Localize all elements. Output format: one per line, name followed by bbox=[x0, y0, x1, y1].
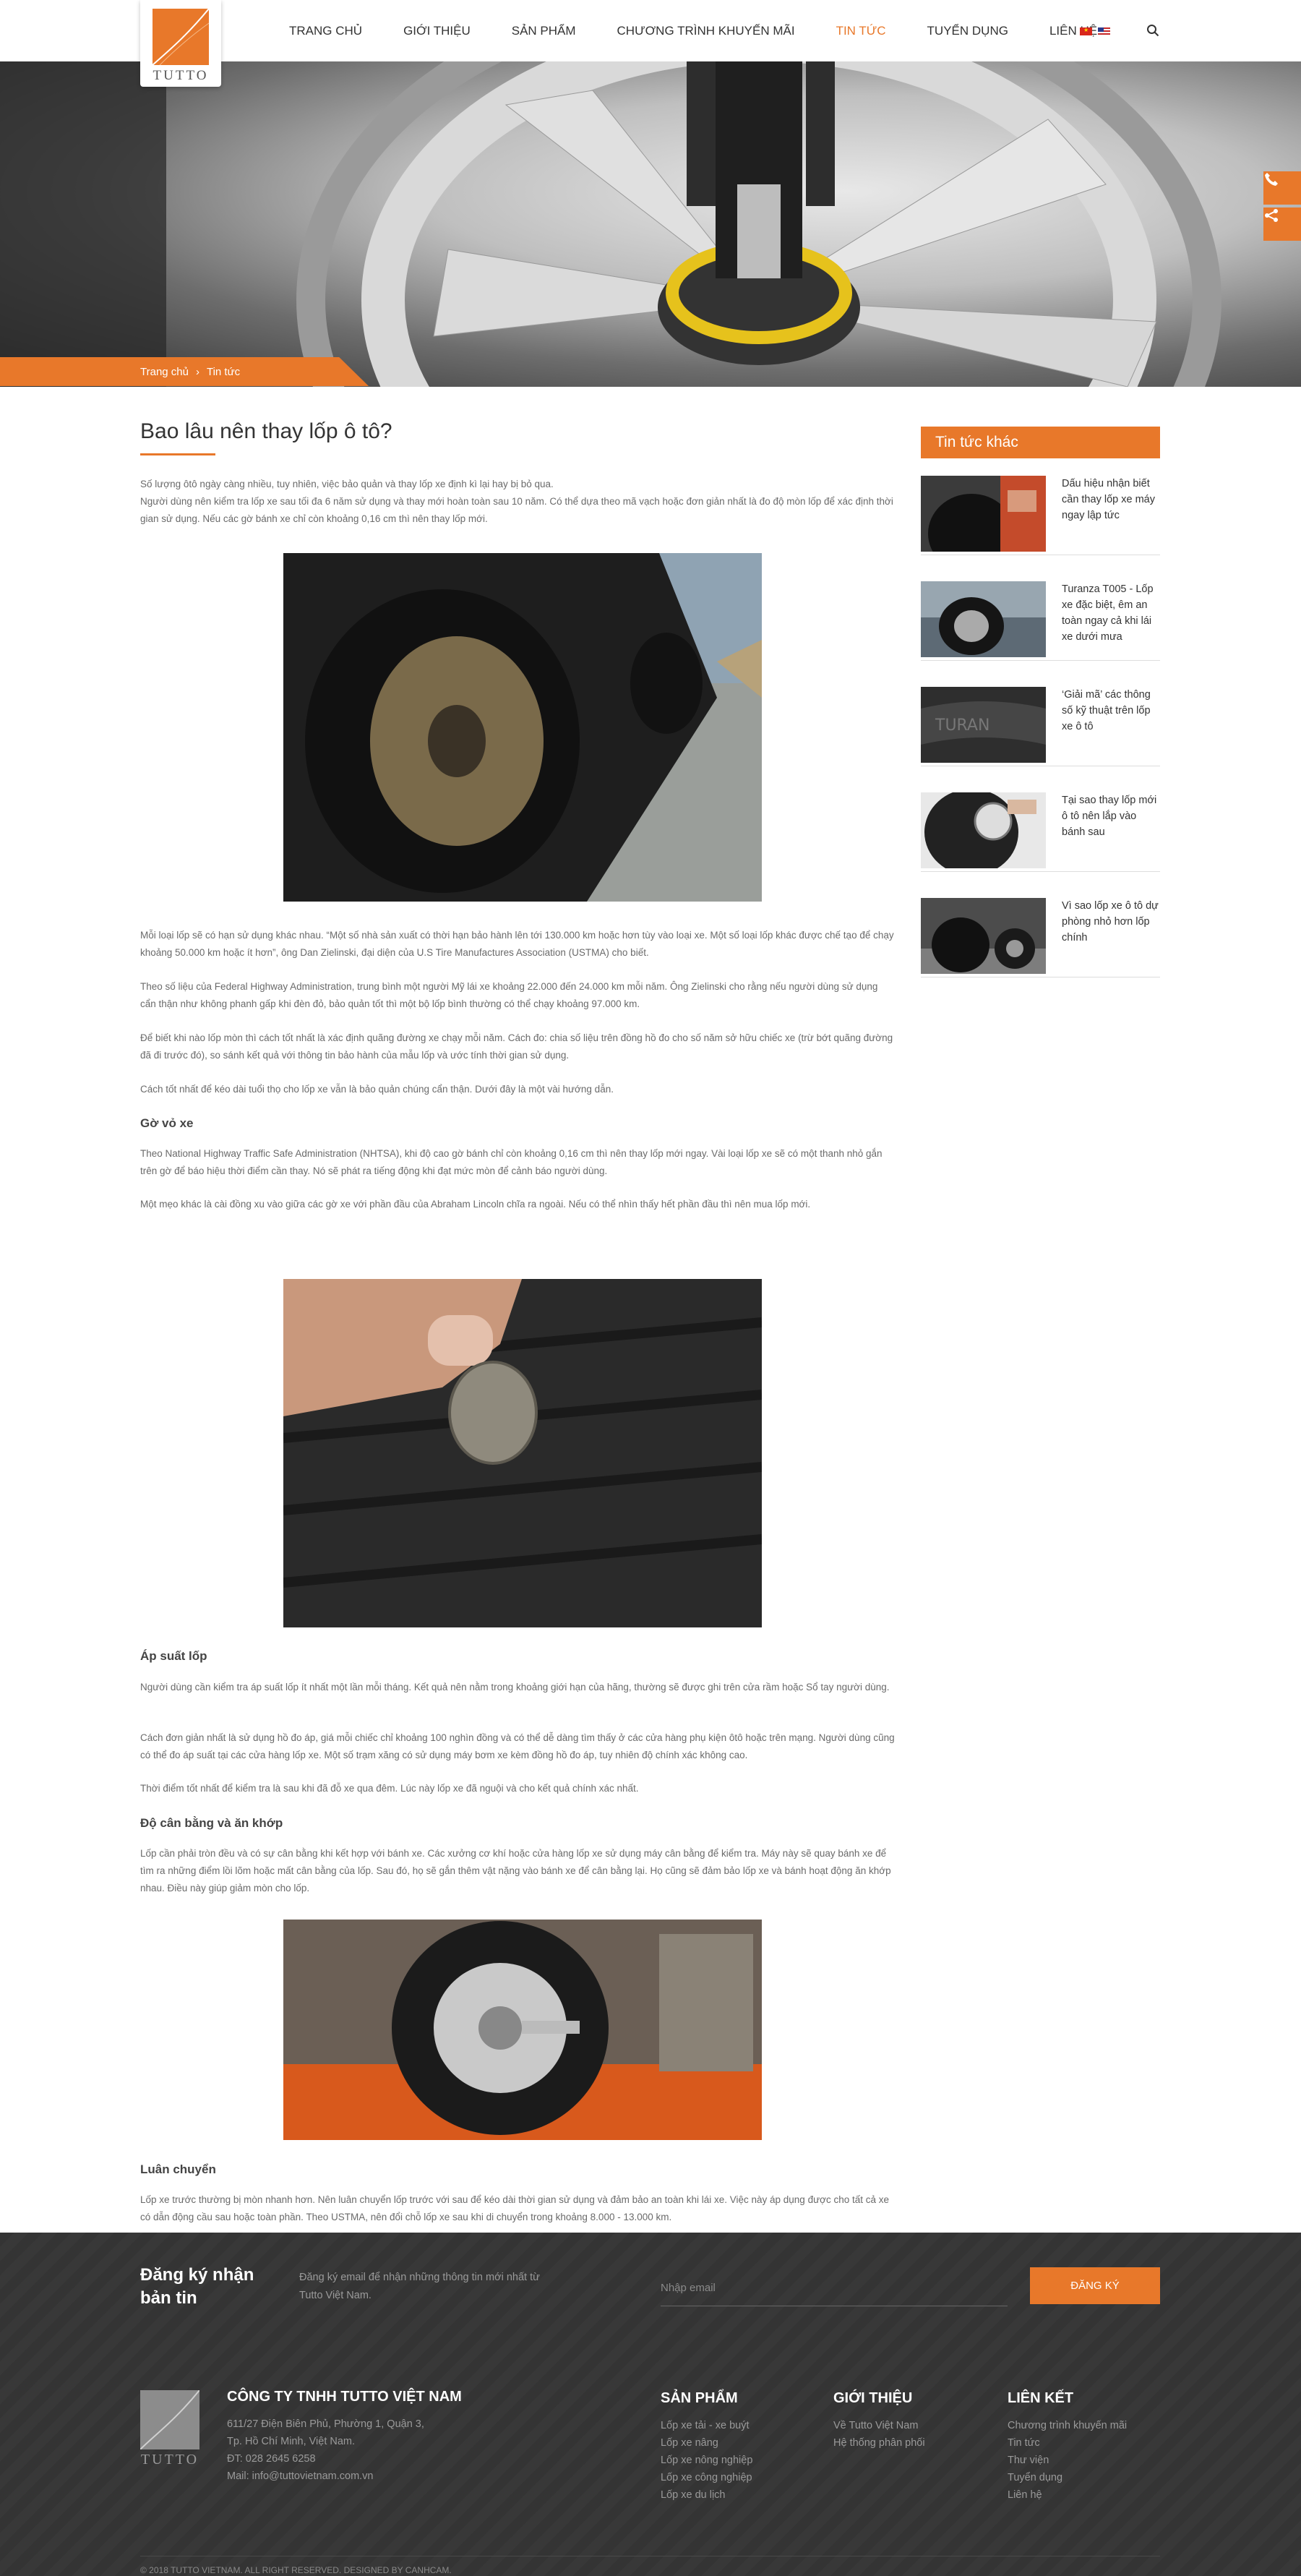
company-email[interactable]: Mail: info@tuttovietnam.com.vn bbox=[227, 2468, 632, 2485]
news-thumbnail[interactable] bbox=[921, 792, 1046, 868]
company-info: Công ty TNHH Tutto Việt Nam 611/27 Điện … bbox=[227, 2389, 632, 2485]
footer-col-links: Liên kết Chương trình khuyến mãi Tin tức… bbox=[1008, 2390, 1127, 2504]
footer-col-title: Giới thiệu bbox=[833, 2390, 913, 2406]
heading-pressure: Áp suất lốp bbox=[140, 1649, 207, 1663]
company-phone: ĐT: 028 2645 6258 bbox=[227, 2453, 316, 2465]
article-paragraph-2: Theo số liệu của Federal Highway Adminis… bbox=[140, 981, 878, 1009]
hero-banner: Trang chủ › Tin tức bbox=[0, 61, 1301, 387]
article-paragraph-11: Lốp xe trước thường bị mòn nhanh hơn. Nê… bbox=[140, 2194, 890, 2222]
hero-wheel-image bbox=[0, 61, 1221, 387]
share-icon bbox=[1265, 209, 1278, 222]
news-thumbnail[interactable]: TURAN bbox=[921, 687, 1046, 763]
nav-item-about[interactable]: Giới thiệu bbox=[403, 24, 471, 38]
article-paragraph-4: Cách tốt nhất để kéo dài tuổi thọ cho lố… bbox=[140, 1084, 614, 1095]
svg-text:TURAN: TURAN bbox=[935, 716, 989, 735]
footer-col-title: Liên kết bbox=[1008, 2390, 1074, 2406]
title-underline bbox=[140, 453, 215, 455]
footer-link[interactable]: Lốp xe nông nghiệp bbox=[661, 2452, 752, 2469]
footer-link[interactable]: Về Tutto Việt Nam bbox=[833, 2417, 925, 2434]
nav-item-products[interactable]: Sản phẩm bbox=[512, 24, 576, 38]
news-thumbnail[interactable] bbox=[921, 898, 1046, 974]
footer-link[interactable]: Thư viện bbox=[1008, 2452, 1127, 2469]
nav-item-news[interactable]: Tin tức bbox=[836, 24, 886, 38]
newsletter-subscribe-button[interactable]: Đăng ký bbox=[1030, 2267, 1160, 2304]
newsletter-title: Đăng ký nhận bản tin bbox=[140, 2265, 254, 2308]
search-icon[interactable] bbox=[1146, 24, 1159, 37]
article-paragraph-5: Theo National Highway Traffic Safe Admin… bbox=[140, 1148, 883, 1176]
heading-tread: Gờ vỏ xe bbox=[140, 1116, 194, 1130]
sidebar-news-item[interactable]: Dấu hiệu nhận biết cần thay lốp xe máy n… bbox=[921, 463, 1160, 555]
article-paragraph-3: Để biết khi nào lốp mòn thì cách tốt nhấ… bbox=[140, 1032, 893, 1061]
nav-item-careers[interactable]: Tuyển dụng bbox=[927, 24, 1008, 38]
logo[interactable]: TUTTO bbox=[140, 0, 221, 87]
footer-link[interactable]: Lốp xe công nghiệp bbox=[661, 2469, 752, 2486]
breadcrumb-home[interactable]: Trang chủ bbox=[140, 366, 189, 378]
footer-col-about: Giới thiệu Về Tutto Việt Nam Hệ thống ph… bbox=[833, 2390, 925, 2452]
sidebar-news-item[interactable]: Vì sao lốp xe ô tô dự phòng nhỏ hơn lốp … bbox=[921, 885, 1160, 977]
article-image-coin-tread bbox=[283, 1279, 762, 1627]
main-content: Bao lâu nên thay lốp ô tô? Số lượng ôtô … bbox=[0, 387, 1301, 2233]
footer-logo[interactable]: TUTTO bbox=[140, 2390, 199, 2471]
language-switcher bbox=[1080, 27, 1110, 35]
news-title[interactable]: Vì sao lốp xe ô tô dự phòng nhỏ hơn lốp … bbox=[1062, 898, 1160, 946]
sidebar-news-item[interactable]: Turanza T005 - Lốp xe đặc biệt, êm an to… bbox=[921, 568, 1160, 661]
footer-logo-text: TUTTO bbox=[140, 2452, 199, 2468]
nav-item-home[interactable]: Trang chủ bbox=[289, 24, 362, 38]
footer-link[interactable]: Hệ thống phân phối bbox=[833, 2434, 925, 2452]
footer-link[interactable]: Tuyển dụng bbox=[1008, 2469, 1127, 2486]
article-paragraph-9: Thời điểm tốt nhất để kiểm tra là sau kh… bbox=[140, 1783, 639, 1794]
footer-col-title: Sản phẩm bbox=[661, 2390, 738, 2406]
footer-link[interactable]: Lốp xe du lịch bbox=[661, 2486, 752, 2504]
site-footer: Đăng ký nhận bản tin Đăng ký email để nh… bbox=[0, 2233, 1301, 2576]
company-name: Công ty TNHH Tutto Việt Nam bbox=[227, 2389, 462, 2405]
newsletter-description: Đăng ký email để nhận những thông tin mớ… bbox=[299, 2272, 540, 2301]
breadcrumb-current[interactable]: Tin tức bbox=[207, 366, 240, 378]
newsletter-email-input[interactable] bbox=[661, 2269, 1008, 2306]
site-header: TUTTO Trang chủ Giới thiệu Sản phẩm Chươ… bbox=[0, 0, 1301, 87]
article-paragraph-7: Người dùng cần kiểm tra áp suất lốp ít n… bbox=[140, 1682, 890, 1693]
footer-col-products: Sản phẩm Lốp xe tải - xe buýt Lốp xe nân… bbox=[661, 2390, 752, 2504]
news-thumbnail[interactable] bbox=[921, 476, 1046, 552]
sidebar-news-item[interactable]: Tại sao thay lốp mới ô tô nên lắp vào bá… bbox=[921, 779, 1160, 872]
breadcrumb-separator: › bbox=[195, 365, 199, 378]
footer-link[interactable]: Chương trình khuyến mãi bbox=[1008, 2417, 1127, 2434]
main-nav: Trang chủ Giới thiệu Sản phẩm Chương trì… bbox=[289, 0, 1138, 61]
logo-text: TUTTO bbox=[153, 68, 209, 83]
article-paragraph-1: Mỗi loại lốp sẽ có hạn sử dụng khác nhau… bbox=[140, 930, 894, 958]
news-title[interactable]: Tại sao thay lốp mới ô tô nên lắp vào bá… bbox=[1062, 792, 1160, 840]
footer-link[interactable]: Lốp xe tải - xe buýt bbox=[661, 2417, 752, 2434]
share-button[interactable] bbox=[1263, 207, 1301, 241]
article-intro-2: Người dùng nên kiểm tra lốp xe sau tối đ… bbox=[140, 496, 893, 524]
us-flag-icon[interactable] bbox=[1098, 27, 1110, 35]
article-paragraph-8: Cách đơn giản nhất là sử dụng hồ đo áp, … bbox=[140, 1732, 895, 1760]
article-title: Bao lâu nên thay lốp ô tô? bbox=[140, 419, 392, 443]
footer-link[interactable]: Tin tức bbox=[1008, 2434, 1127, 2452]
company-address-1: 611/27 Điện Biên Phủ, Phường 1, Quận 3, bbox=[227, 2418, 424, 2430]
copyright: © 2018 TUTTO VIETNAM. ALL RIGHT RESERVED… bbox=[140, 2565, 452, 2575]
sidebar-title: Tin tức khác bbox=[921, 427, 1160, 458]
footer-link[interactable]: Liên hệ bbox=[1008, 2486, 1127, 2504]
news-title[interactable]: Dấu hiệu nhận biết cần thay lốp xe máy n… bbox=[1062, 476, 1160, 523]
news-title[interactable]: ‘Giải mã’ các thông số kỹ thuật trên lốp… bbox=[1062, 687, 1160, 735]
footer-logo-mark-icon bbox=[140, 2390, 199, 2449]
article-paragraph-6: Một mẹo khác là cài đồng xu vào giữa các… bbox=[140, 1199, 811, 1210]
nav-item-promotions[interactable]: Chương trình khuyến mãi bbox=[617, 24, 795, 38]
logo-mark-icon bbox=[153, 9, 209, 65]
sidebar-news-item[interactable]: TURAN ‘Giải mã’ các thông số kỹ thuật tr… bbox=[921, 674, 1160, 766]
article-image-tire-road bbox=[283, 553, 762, 902]
company-address-2: Tp. Hồ Chí Minh, Việt Nam. bbox=[227, 2436, 356, 2447]
breadcrumb: Trang chủ › Tin tức bbox=[0, 357, 369, 386]
vietnam-flag-icon[interactable] bbox=[1080, 27, 1092, 35]
heading-balance: Độ cân bằng và ăn khớp bbox=[140, 1816, 283, 1830]
article-paragraph-10: Lốp cần phải tròn đều và có sự cân bằng … bbox=[140, 1848, 891, 1894]
article-intro-1: Số lượng ôtô ngày càng nhiều, tuy nhiên,… bbox=[140, 479, 554, 489]
phone-button[interactable] bbox=[1263, 171, 1301, 205]
heading-rotation: Luân chuyển bbox=[140, 2162, 216, 2176]
news-title[interactable]: Turanza T005 - Lốp xe đặc biệt, êm an to… bbox=[1062, 581, 1160, 645]
news-thumbnail[interactable] bbox=[921, 581, 1046, 657]
phone-icon bbox=[1265, 173, 1278, 186]
footer-link[interactable]: Lốp xe nâng bbox=[661, 2434, 752, 2452]
